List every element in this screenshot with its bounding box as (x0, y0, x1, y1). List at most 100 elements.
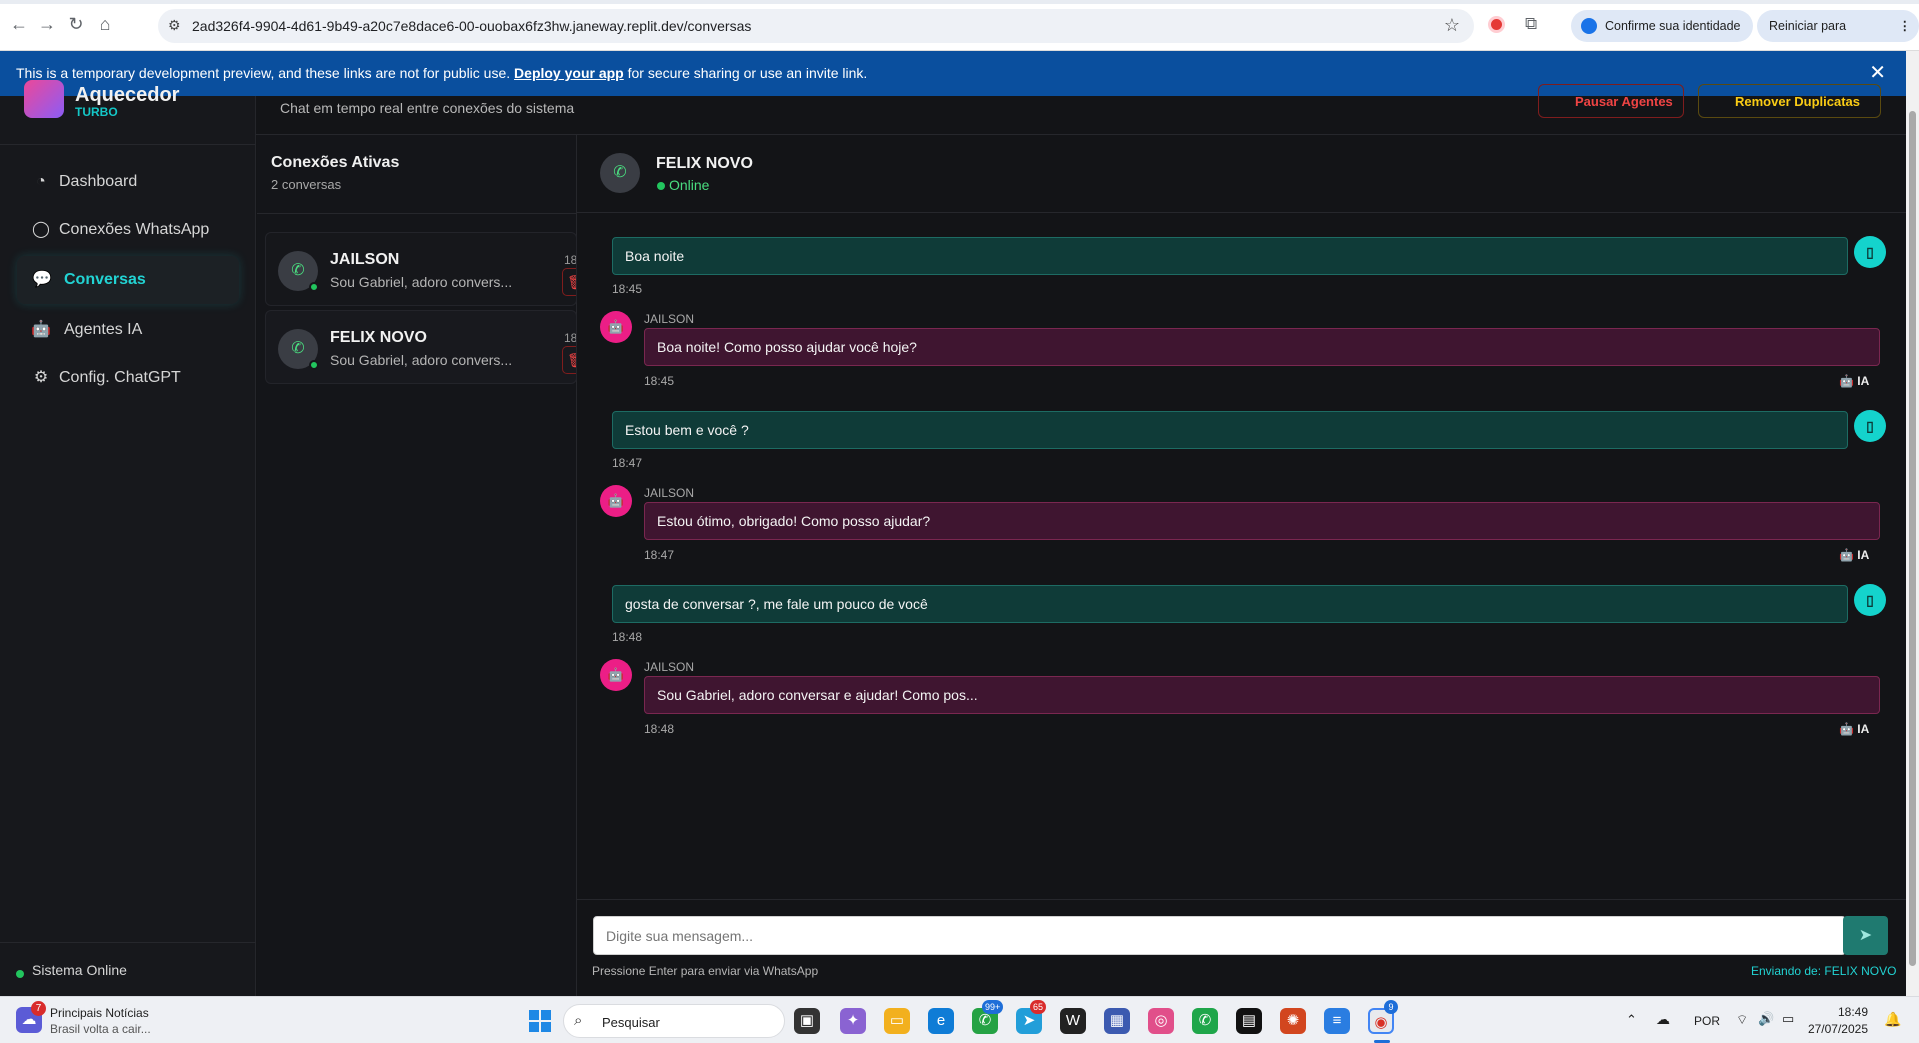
bookmark-star-icon[interactable]: ☆ (1444, 15, 1460, 36)
trash-icon[interactable]: 🗑 (562, 268, 576, 296)
creative-app-icon[interactable]: ◎ (1148, 1008, 1174, 1034)
news-title[interactable]: Principais Notícias (50, 1006, 149, 1020)
forward-icon[interactable]: → (37, 14, 57, 34)
trash-icon[interactable]: 🗑 (562, 346, 576, 374)
whatsapp-icon: ◯ (32, 221, 50, 238)
ia-badge: 🤖 IA (1839, 548, 1869, 562)
sending-as-label: Enviando de: FELIX NOVO (1751, 964, 1897, 978)
taskbar-search[interactable]: ⌕ Pesquisar (563, 1004, 785, 1038)
dashboard-icon: ◔ (36, 173, 46, 190)
conversation-item-felix[interactable]: ✆ FELIX NOVO Sou Gabriel, adoro convers.… (265, 310, 577, 384)
banner-text-after: for secure sharing or use an invite link… (627, 65, 868, 81)
onedrive-icon[interactable]: ☁ (1656, 1011, 1670, 1028)
battery-icon[interactable]: ▭ (1782, 1011, 1794, 1027)
whatsapp-avatar-icon: ✆ (600, 153, 640, 193)
record-icon[interactable] (1488, 16, 1505, 33)
site-info-icon[interactable]: ⚙ (168, 17, 181, 34)
send-icon: ➤ (1858, 927, 1873, 944)
scrollbar-thumb[interactable] (1909, 111, 1916, 966)
outgoing-message: gosta de conversar ?, me fale um pouco d… (612, 585, 1848, 623)
task-view-icon[interactable]: ▣ (794, 1008, 820, 1034)
ia-badge-label: IA (1857, 374, 1870, 388)
extensions-icon[interactable]: ⧉ (1525, 14, 1537, 34)
clock-time[interactable]: 18:49 (1826, 1005, 1868, 1019)
conversation-list: Conexões Ativas 2 conversas ✆ JAILSON So… (257, 135, 577, 996)
remove-duplicates-button[interactable]: Remover Duplicatas (1698, 84, 1881, 118)
network-app-icon[interactable]: ▦ (1104, 1008, 1130, 1034)
bot-icon: 🤖 (600, 311, 632, 343)
ia-badge: 🤖 IA (1839, 374, 1869, 388)
remove-duplicates-label: Remover Duplicatas (1735, 94, 1860, 109)
news-badge: 7 (31, 1001, 46, 1016)
chat-icon: 💬 (32, 271, 52, 288)
page-scrollbar[interactable] (1906, 51, 1919, 996)
page-subtitle: Chat em tempo real entre conexões do sis… (280, 100, 575, 116)
w-app-icon[interactable]: W (1060, 1008, 1086, 1034)
restart-chip[interactable]: Reiniciar para atualizar ⋮ (1757, 10, 1919, 65)
banner-text: This is a temporary development preview,… (16, 65, 511, 81)
chrome-badge: 9 (1384, 1000, 1398, 1014)
pause-agents-label: Pausar Agentes (1575, 94, 1673, 109)
conversation-preview: Sou Gabriel, adoro convers... (330, 352, 513, 368)
send-button[interactable]: ➤ (1843, 916, 1888, 955)
whatsapp-desktop-icon[interactable]: ✆ (1192, 1008, 1218, 1034)
volume-icon[interactable]: 🔊 (1758, 1011, 1774, 1027)
app-icon[interactable]: ✺ (1280, 1008, 1306, 1034)
conversation-name: JAILSON (330, 251, 400, 268)
online-dot (657, 182, 665, 190)
chat-contact-status: Online (669, 177, 710, 193)
input-hint: Pressione Enter para enviar via WhatsApp (592, 964, 819, 978)
conversation-time: 18:48 (564, 331, 577, 345)
more-menu-icon[interactable]: ⋮ (1899, 10, 1912, 42)
divider (577, 212, 1906, 213)
back-icon[interactable]: ← (9, 14, 29, 34)
address-bar[interactable]: ⚙ 2ad326f4-9904-4d61-9b49-a20c7e8dace6-0… (158, 9, 1474, 43)
phone-icon: ▯ (1854, 584, 1886, 616)
sidebar-item-label: Agentes IA (64, 321, 143, 338)
chevron-up-icon[interactable]: ⌃ (1626, 1012, 1637, 1028)
message-time: 18:47 (644, 548, 675, 562)
sidebar-item-dashboard[interactable]: ◔ Dashboard (17, 158, 239, 206)
windows-start-icon[interactable] (529, 1010, 551, 1032)
message-time: 18:48 (644, 722, 675, 736)
taskbar: ☁ 7 Principais Notícias Brasil volta a c… (0, 996, 1919, 1043)
logo-subtitle: TURBO (75, 105, 118, 119)
message-input[interactable] (593, 916, 1846, 955)
taskbar-search-label: Pesquisar (602, 1015, 660, 1030)
message-time: 18:45 (612, 282, 643, 296)
sidebar-item-agentes[interactable]: 🤖 Agentes IA (17, 306, 239, 354)
gear-icon: ⚙ (33, 369, 49, 386)
home-icon[interactable]: ⌂ (95, 14, 115, 34)
copilot-icon[interactable]: ✦ (840, 1008, 866, 1034)
edge-icon[interactable]: e (928, 1008, 954, 1034)
logo-icon (24, 80, 64, 118)
ia-badge-label: IA (1857, 722, 1870, 736)
reload-icon[interactable]: ↻ (66, 14, 86, 34)
language-indicator[interactable]: POR (1694, 1014, 1720, 1028)
divider (0, 144, 256, 145)
phone-icon: ▯ (1854, 410, 1886, 442)
sidebar-item-config[interactable]: ⚙ Config. ChatGPT (17, 354, 239, 402)
wifi-icon[interactable]: ⌔ (1736, 1012, 1748, 1028)
pause-agents-button[interactable]: Pausar Agentes (1538, 84, 1684, 118)
sidebar-item-label: Dashboard (59, 173, 138, 190)
tab-strip (0, 0, 1919, 4)
capcut-icon[interactable]: ▤ (1236, 1008, 1262, 1034)
conversation-list-title: Conexões Ativas (271, 154, 400, 171)
browser-toolbar: ← → ↻ ⌂ ⚙ 2ad326f4-9904-4d61-9b49-a20c7e… (0, 0, 1919, 65)
telegram-badge: 65 (1030, 1000, 1047, 1014)
message-sender: JAILSON (644, 486, 695, 500)
news-subtitle[interactable]: Brasil volta a cair... (50, 1022, 151, 1036)
identity-chip[interactable]: Confirme sua identidade (1571, 10, 1753, 42)
sidebar-item-whatsapp[interactable]: ◯ Conexões WhatsApp (17, 206, 239, 254)
clock-date[interactable]: 27/07/2025 (1806, 1022, 1868, 1036)
conversation-item-jailson[interactable]: ✆ JAILSON Sou Gabriel, adoro convers... … (265, 232, 577, 306)
address-url[interactable]: 2ad326f4-9904-4d61-9b49-a20c7e8dace6-00-… (192, 18, 751, 34)
notepad-icon[interactable]: ≡ (1324, 1008, 1350, 1034)
notification-bell-icon[interactable]: 🔔 (1884, 1011, 1901, 1028)
file-explorer-icon[interactable]: ▭ (884, 1008, 910, 1034)
sidebar-item-conversas[interactable]: 💬 Conversas (17, 256, 239, 304)
bot-icon: 🤖 (600, 659, 632, 691)
deploy-link[interactable]: Deploy your app (514, 65, 624, 81)
conversation-count: 2 conversas (271, 177, 342, 192)
